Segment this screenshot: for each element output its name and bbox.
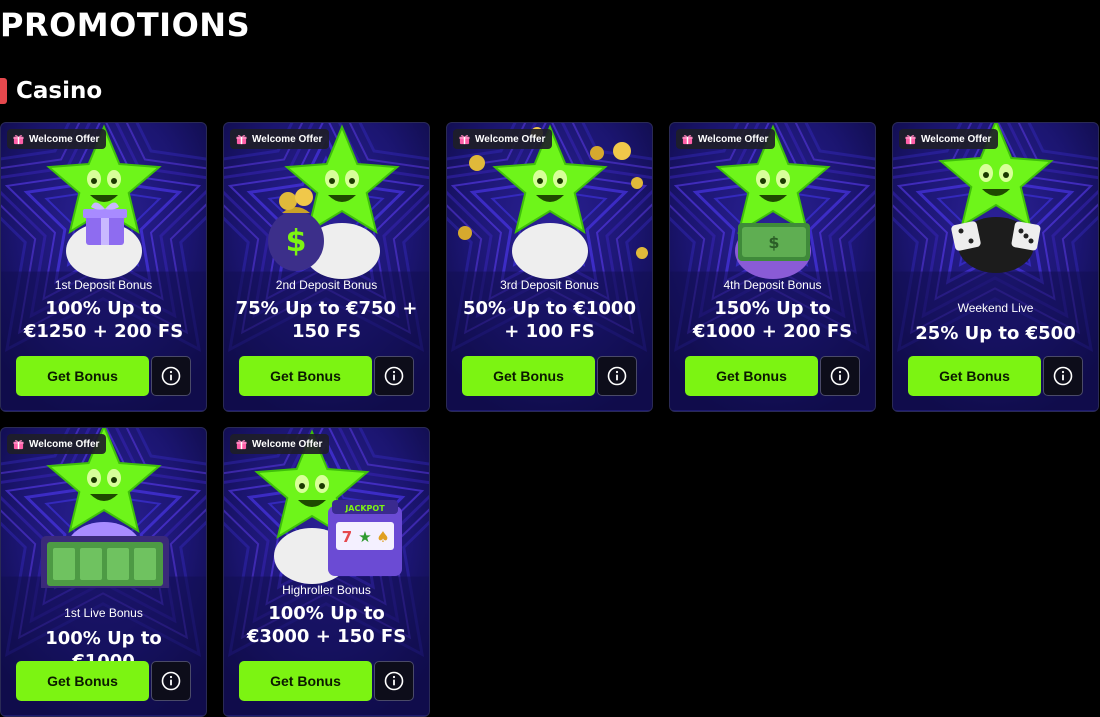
promo-subtitle: 2nd Deposit Bonus <box>275 278 378 292</box>
info-button[interactable] <box>151 356 191 396</box>
info-icon <box>1053 366 1073 386</box>
get-bonus-button[interactable]: Get Bonus <box>462 356 595 396</box>
badge-label: Welcome Offer <box>252 133 323 145</box>
welcome-offer-badge: Welcome Offer <box>7 434 107 454</box>
svg-text:★: ★ <box>358 528 371 546</box>
info-icon <box>607 366 627 386</box>
info-button[interactable] <box>597 356 637 396</box>
info-icon <box>161 366 181 386</box>
promo-card: Welcome Offer 1st Deposit Bonus 100% Up … <box>0 122 207 412</box>
promo-card: Welcome Offer 3rd Deposit Bonus 50% Up t… <box>446 122 653 412</box>
section-title: Casino <box>16 78 103 104</box>
gift-icon <box>459 134 470 144</box>
badge-label: Welcome Offer <box>29 438 100 450</box>
gift-icon <box>236 439 247 449</box>
info-icon <box>384 671 404 691</box>
promo-card: $ Welcome Offer 4th Deposit Bonus 150% U… <box>669 122 876 412</box>
get-bonus-button[interactable]: Get Bonus <box>685 356 818 396</box>
info-button[interactable] <box>820 356 860 396</box>
badge-label: Welcome Offer <box>698 133 769 145</box>
badge-label: Welcome Offer <box>921 133 992 145</box>
section-header: Casino <box>0 78 102 104</box>
info-button[interactable] <box>1043 356 1083 396</box>
welcome-offer-badge: Welcome Offer <box>453 129 553 149</box>
slot-machine-icon: JACKPOT 7 ★ ♠ <box>328 500 402 576</box>
promo-headline: 25% Up to €500 <box>915 323 1076 344</box>
section-accent-bar <box>0 78 7 104</box>
badge-label: Welcome Offer <box>29 133 100 145</box>
welcome-offer-badge: Welcome Offer <box>230 434 330 454</box>
info-icon <box>161 671 181 691</box>
info-icon <box>384 366 404 386</box>
gift-icon <box>13 134 24 144</box>
promo-card: $ Welcome Offer 2nd Deposit Bonus 75% Up… <box>223 122 430 412</box>
gift-icon <box>236 134 247 144</box>
cash-stack-icon: $ <box>738 223 810 261</box>
gift-icon <box>905 134 916 144</box>
svg-text:$: $ <box>286 224 307 259</box>
badge-label: Welcome Offer <box>475 133 546 145</box>
welcome-offer-badge: Welcome Offer <box>676 129 776 149</box>
promo-subtitle: Weekend Live <box>957 301 1034 315</box>
get-bonus-button[interactable]: Get Bonus <box>239 356 372 396</box>
svg-text:7: 7 <box>342 528 352 546</box>
gift-icon <box>682 134 693 144</box>
jackpot-label: JACKPOT <box>344 504 385 513</box>
promo-headline: 100% Up to €3000 + 150 FS <box>246 603 407 647</box>
promo-card: Welcome Offer 1st Live Bonus 100% Up to … <box>0 427 207 717</box>
promo-headline: 75% Up to €750 + 150 FS <box>235 298 418 342</box>
info-button[interactable] <box>151 661 191 701</box>
promo-headline: 100% Up to €1250 + 200 FS <box>23 298 184 342</box>
info-button[interactable] <box>374 356 414 396</box>
promo-subtitle: 1st Deposit Bonus <box>54 278 153 292</box>
promo-subtitle: 3rd Deposit Bonus <box>500 278 599 292</box>
svg-text:$: $ <box>768 233 779 252</box>
welcome-offer-badge: Welcome Offer <box>899 129 999 149</box>
promo-subtitle: 4th Deposit Bonus <box>723 278 822 292</box>
get-bonus-button[interactable]: Get Bonus <box>239 661 372 701</box>
welcome-offer-badge: Welcome Offer <box>7 129 107 149</box>
get-bonus-button[interactable]: Get Bonus <box>16 356 149 396</box>
welcome-offer-badge: Welcome Offer <box>230 129 330 149</box>
promo-subtitle: 1st Live Bonus <box>64 606 143 620</box>
promo-headline: 150% Up to €1000 + 200 FS <box>692 298 853 342</box>
get-bonus-button[interactable]: Get Bonus <box>908 356 1041 396</box>
promo-headline: 50% Up to €1000 + 100 FS <box>463 298 636 342</box>
svg-text:♠: ♠ <box>376 528 389 546</box>
cash-case-icon <box>41 536 169 588</box>
info-icon <box>830 366 850 386</box>
gift-icon <box>13 439 24 449</box>
info-button[interactable] <box>374 661 414 701</box>
promo-card: JACKPOT 7 ★ ♠ Welcome Offer Highroller Bonu… <box>223 427 430 717</box>
page-title: PROMOTIONS <box>0 6 251 44</box>
badge-label: Welcome Offer <box>252 438 323 450</box>
get-bonus-button[interactable]: Get Bonus <box>16 661 149 701</box>
promo-card: Welcome Offer Weekend Live 25% Up to €50… <box>892 122 1099 412</box>
promo-subtitle: Highroller Bonus <box>282 583 371 597</box>
